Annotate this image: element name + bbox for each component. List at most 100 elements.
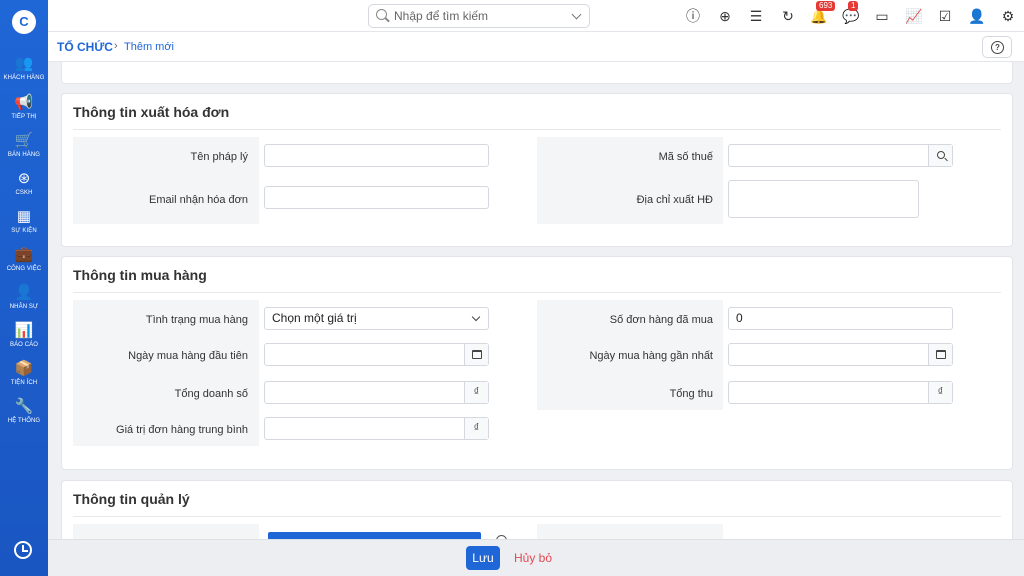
message-badge: 1 bbox=[848, 1, 859, 11]
total-revenue-input[interactable]: ₫ bbox=[728, 381, 953, 404]
megaphone-icon: 📢 bbox=[14, 94, 34, 111]
sidebar-item-label: CSKH bbox=[15, 190, 33, 196]
sidebar-item-sales[interactable]: 🛒 BÁN HÀNG bbox=[0, 132, 48, 168]
chevron-down-icon bbox=[471, 312, 481, 322]
cart-icon: 🛒 bbox=[14, 132, 34, 149]
sidebar-item-events[interactable]: ▦ SỰ KIỆN bbox=[0, 208, 48, 244]
search-icon bbox=[376, 9, 387, 20]
support-icon: ⊛ bbox=[17, 170, 31, 187]
help-icon: ? bbox=[991, 41, 1004, 54]
search-icon bbox=[936, 151, 945, 159]
gear-icon[interactable]: ⚙ bbox=[999, 7, 1017, 25]
divider bbox=[73, 516, 1001, 517]
sidebar-item-label: BÁO CÁO bbox=[9, 342, 39, 348]
breadcrumb-root[interactable]: TỔ CHỨC bbox=[57, 40, 113, 54]
cancel-button[interactable]: Hủy bỏ bbox=[514, 551, 552, 565]
sidebar-item-label: NHÂN SỰ bbox=[9, 304, 39, 310]
sidebar: C 👥 KHÁCH HÀNG 📢 TIẾP THỊ 🛒 BÁN HÀNG ⊛ C… bbox=[0, 0, 48, 576]
previous-section-card bbox=[61, 62, 1013, 84]
task-check-icon[interactable]: ☑ bbox=[936, 7, 954, 25]
refresh-icon[interactable]: ↻ bbox=[779, 7, 797, 25]
bell-icon[interactable]: 🔔 693 bbox=[810, 1, 836, 25]
sidebar-item-support[interactable]: ⊛ CSKH bbox=[0, 170, 48, 206]
invoice-address-label: Địa chỉ xuất HĐ bbox=[636, 194, 713, 206]
sidebar-item-label: BÁN HÀNG bbox=[7, 152, 41, 158]
breadcrumb-current: Thêm mới bbox=[124, 41, 174, 53]
currency-addon: ₫ bbox=[464, 382, 488, 403]
app-logo[interactable]: C bbox=[12, 10, 36, 34]
section-title: Thông tin quản lý bbox=[73, 491, 190, 507]
report-icon: 📊 bbox=[14, 322, 34, 339]
calendar-icon: ▦ bbox=[16, 208, 32, 225]
total-sales-input[interactable]: ₫ bbox=[264, 381, 489, 404]
list-icon[interactable]: ☰ bbox=[747, 7, 765, 25]
notification-badge: 693 bbox=[816, 1, 836, 11]
sidebar-item-reports[interactable]: 📊 BÁO CÁO bbox=[0, 322, 48, 358]
last-purchase-date-input[interactable] bbox=[728, 343, 953, 366]
legal-name-input[interactable] bbox=[264, 144, 489, 167]
wrench-icon: 🔧 bbox=[14, 398, 34, 415]
tax-code-input[interactable] bbox=[728, 144, 953, 167]
calendar-icon[interactable]: ▭ bbox=[873, 7, 891, 25]
divider bbox=[73, 292, 1001, 293]
orders-count-label: Số đơn hàng đã mua bbox=[609, 314, 713, 326]
invoice-email-label: Email nhận hóa đơn bbox=[149, 194, 248, 206]
purchase-status-select[interactable]: Chọn một giá trị bbox=[264, 307, 489, 330]
chart-icon[interactable]: 📈 bbox=[905, 7, 923, 25]
date-picker-button[interactable] bbox=[928, 344, 952, 365]
first-purchase-date-input[interactable] bbox=[264, 343, 489, 366]
sidebar-item-tasks[interactable]: 💼 CÔNG VIỆC bbox=[0, 246, 48, 282]
user-icon[interactable]: 👤 bbox=[968, 7, 986, 25]
tax-lookup-button[interactable] bbox=[928, 145, 952, 166]
currency-addon: ₫ bbox=[928, 382, 952, 403]
orders-count-input[interactable]: 0 bbox=[728, 307, 953, 330]
invoice-info-card: Thông tin xuất hóa đơn Tên pháp lý Mã số… bbox=[61, 93, 1013, 247]
chat-icon[interactable]: 💬 1 bbox=[842, 1, 860, 25]
date-picker-button[interactable] bbox=[464, 344, 488, 365]
invoice-email-input[interactable] bbox=[264, 186, 489, 209]
sidebar-item-label: KHÁCH HÀNG bbox=[3, 75, 45, 81]
first-purchase-date-label: Ngày mua hàng đầu tiên bbox=[128, 350, 248, 362]
breadcrumb: TỔ CHỨC › Thêm mới ? bbox=[48, 32, 1024, 62]
alert-icon[interactable]: ⓘ bbox=[684, 7, 702, 25]
box-icon: 📦 bbox=[14, 360, 34, 377]
last-purchase-date-label: Ngày mua hàng gần nhất bbox=[589, 350, 713, 362]
calendar-icon bbox=[471, 350, 482, 359]
section-title: Thông tin xuất hóa đơn bbox=[73, 104, 230, 120]
clock-icon[interactable] bbox=[14, 541, 32, 559]
average-order-value-input[interactable]: ₫ bbox=[264, 417, 489, 440]
average-order-value-label: Giá trị đơn hàng trung bình bbox=[116, 424, 248, 436]
users-icon: 👥 bbox=[14, 55, 34, 72]
sidebar-item-marketing[interactable]: 📢 TIẾP THỊ bbox=[0, 94, 48, 130]
add-icon[interactable]: ⊕ bbox=[716, 7, 734, 25]
chevron-down-icon[interactable] bbox=[571, 9, 582, 20]
search-input[interactable] bbox=[394, 8, 564, 24]
invoice-address-textarea[interactable] bbox=[728, 180, 919, 218]
tax-code-label: Mã số thuế bbox=[658, 151, 713, 163]
form-footer: Lưu Hủy bỏ bbox=[48, 539, 1024, 576]
purchase-status-label: Tình trạng mua hàng bbox=[145, 314, 248, 326]
global-search[interactable] bbox=[368, 4, 590, 28]
top-header: ⓘ ⊕ ☰ ↻ 🔔693 💬1 ▭ 📈 ☑ 👤 ⚙ bbox=[48, 0, 1024, 32]
purchase-status-value: Chọn một giá trị bbox=[272, 311, 357, 325]
sidebar-item-label: CÔNG VIỆC bbox=[6, 266, 42, 272]
sidebar-item-system[interactable]: 🔧 HỆ THỐNG bbox=[0, 398, 48, 434]
breadcrumb-separator: › bbox=[114, 40, 118, 52]
briefcase-icon: 💼 bbox=[14, 246, 34, 263]
person-icon: 👤 bbox=[14, 284, 34, 301]
sidebar-item-hr[interactable]: 👤 NHÂN SỰ bbox=[0, 284, 48, 320]
total-revenue-label: Tổng thu bbox=[669, 388, 713, 400]
sidebar-item-label: TIẾP THỊ bbox=[11, 114, 37, 120]
currency-addon: ₫ bbox=[464, 418, 488, 439]
section-title: Thông tin mua hàng bbox=[73, 267, 207, 283]
sidebar-item-label: TIỆN ÍCH bbox=[10, 380, 38, 386]
total-sales-label: Tổng doanh số bbox=[174, 388, 248, 400]
save-button[interactable]: Lưu bbox=[466, 546, 500, 570]
sidebar-item-label: HỆ THỐNG bbox=[7, 418, 41, 424]
sidebar-item-utilities[interactable]: 📦 TIỆN ÍCH bbox=[0, 360, 48, 396]
help-button[interactable]: ? bbox=[982, 36, 1012, 58]
sidebar-item-label: SỰ KIỆN bbox=[11, 228, 37, 234]
purchase-info-card: Thông tin mua hàng Tình trạng mua hàng C… bbox=[61, 256, 1013, 470]
sidebar-item-customers[interactable]: 👥 KHÁCH HÀNG bbox=[0, 55, 48, 91]
divider bbox=[73, 129, 1001, 130]
